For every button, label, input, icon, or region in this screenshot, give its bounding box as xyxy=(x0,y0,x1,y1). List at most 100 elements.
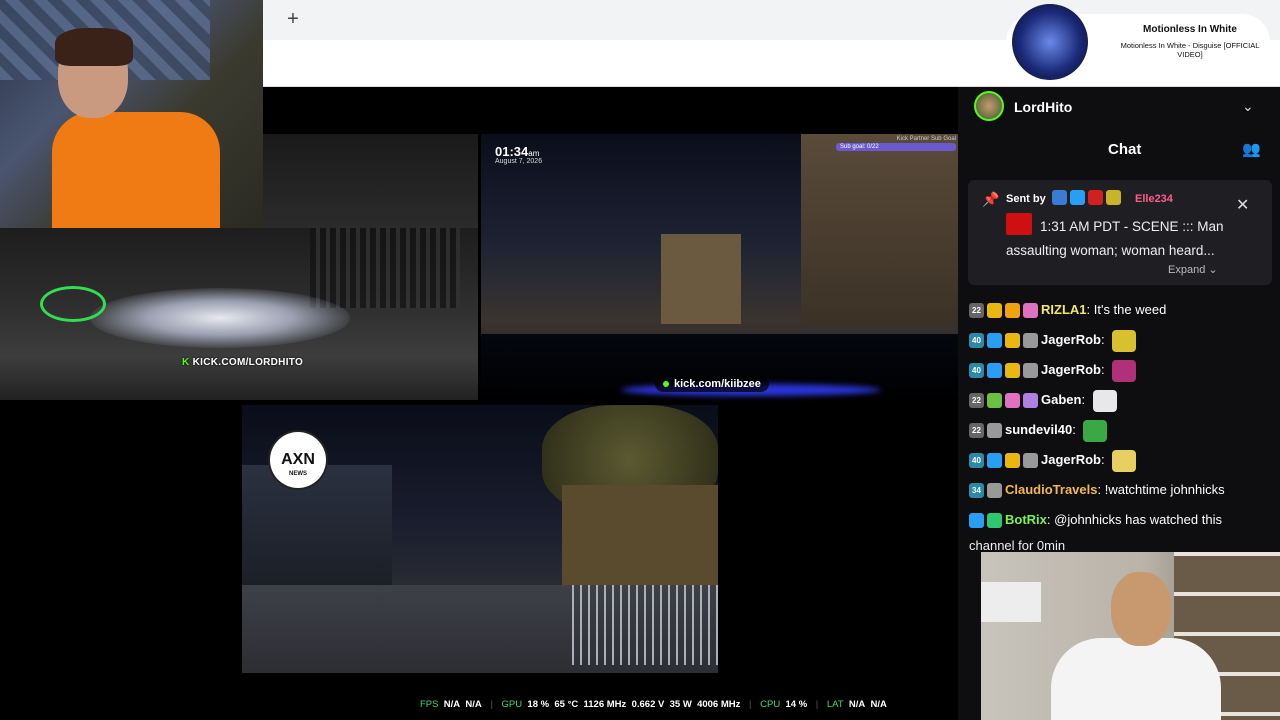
badge-icon xyxy=(969,513,984,529)
new-tab-button[interactable]: + xyxy=(282,8,304,30)
stream-date: August 7, 2026 xyxy=(495,158,543,165)
badge-icon xyxy=(987,333,1002,349)
pinned-sent-by: Sent by xyxy=(1006,193,1046,205)
axn-news-logo: AXN NEWS xyxy=(270,432,326,488)
channel-avatar[interactable] xyxy=(974,91,1004,121)
watermark-text: KICK.COM/LORDHITO xyxy=(192,357,304,368)
badge-icon xyxy=(987,513,1002,529)
badge-icon: 40 xyxy=(969,453,984,469)
emote-icon xyxy=(1112,449,1137,472)
chat-username[interactable]: ClaudioTravels xyxy=(1005,482,1097,497)
streamer-hair xyxy=(55,28,133,66)
storefront xyxy=(562,485,718,595)
chat-username[interactable]: sundevil40 xyxy=(1005,422,1072,437)
badge-icon: 40 xyxy=(969,363,984,379)
badge-icon xyxy=(1023,453,1038,469)
badge-icon: 22 xyxy=(969,423,984,439)
badge-icon: 40 xyxy=(969,333,984,349)
badge-icon xyxy=(1005,363,1020,379)
kick-logo-icon: K xyxy=(182,357,190,368)
air-conditioner xyxy=(981,582,1041,622)
now-playing-artist: Motionless In White xyxy=(1143,24,1237,35)
white-shirt xyxy=(1051,638,1221,720)
chat-message: 40 JagerRob: xyxy=(969,445,1274,475)
kick-watermark-kiibzee: kick.com/kiibzee xyxy=(655,376,769,392)
chat-message: BotRix: @johnhicks has watched this xyxy=(969,505,1274,535)
subgoal-bar: Sub goal: 0/22 xyxy=(836,143,956,151)
chat-message: 22 Gaben: xyxy=(969,385,1274,415)
close-icon[interactable]: ✕ xyxy=(1236,195,1249,215)
chat-overflow-text: channel for 0min xyxy=(969,538,1066,553)
badge-icon xyxy=(1005,453,1020,469)
pinned-badges xyxy=(1052,190,1124,206)
now-playing-widget: Motionless In White Motionless In White … xyxy=(1006,4,1270,80)
badge-icon: 34 xyxy=(969,483,984,499)
pin-icon: 📌 xyxy=(982,191,1000,207)
chat-title: Chat xyxy=(1108,141,1142,158)
chat-message: 34 ClaudioTravels: !watchtime johnhicks xyxy=(969,475,1274,505)
streamer-head xyxy=(1111,572,1171,646)
chat-text: !watchtime johnhicks xyxy=(1104,482,1225,497)
stream-tile-1[interactable]: K KICK.COM/LORDHITO xyxy=(0,228,478,400)
badge-icon xyxy=(987,483,1002,499)
badge-icon xyxy=(1023,303,1038,319)
channel-name[interactable]: LordHito xyxy=(1014,99,1072,115)
badge-icon xyxy=(1070,190,1085,206)
badge-icon xyxy=(987,303,1002,319)
chat-message: 40 JagerRob: xyxy=(969,355,1274,385)
stream-tile-1-upper xyxy=(263,134,478,228)
badge-icon xyxy=(1023,363,1038,379)
orange-shirt xyxy=(52,112,220,228)
chat-username[interactable]: BotRix xyxy=(1005,512,1047,527)
building xyxy=(661,234,741,324)
streamer-webcam-top xyxy=(0,0,263,228)
badge-icon xyxy=(1088,190,1103,206)
streamer-webcam-bottom xyxy=(981,552,1280,720)
badge-icon xyxy=(1005,333,1020,349)
album-art xyxy=(1012,4,1088,80)
badge-icon xyxy=(1005,393,1020,409)
barrier-fence xyxy=(572,585,718,665)
chat-username[interactable]: RIZLA1 xyxy=(1041,302,1087,317)
badge-icon xyxy=(1106,190,1121,206)
emote-icon xyxy=(1112,329,1137,352)
badge-icon xyxy=(987,393,1002,409)
chat-message: 40 JagerRob: xyxy=(969,325,1274,355)
pinned-user[interactable]: Elle234 xyxy=(1135,193,1173,205)
emote-icon xyxy=(1112,359,1137,382)
chat-message: 22 sundevil40: xyxy=(969,415,1274,445)
chat-text: It's the weed xyxy=(1093,302,1167,317)
building xyxy=(801,134,958,324)
stream-tile-2[interactable] xyxy=(481,134,958,402)
badge-icon xyxy=(1052,190,1067,206)
expand-button[interactable]: Expand ⌄ xyxy=(1168,263,1218,276)
kick-dot-icon xyxy=(663,381,669,388)
chat-username[interactable]: Gaben xyxy=(1041,392,1081,407)
chat-message: 22 RIZLA1: It's the weed xyxy=(969,295,1274,325)
badge-icon: 22 xyxy=(969,303,984,319)
chat-text: @johnhicks has watched this xyxy=(1054,512,1222,527)
badge-icon xyxy=(1005,303,1020,319)
chat-username[interactable]: JagerRob xyxy=(1041,362,1101,377)
users-icon[interactable]: 👥 xyxy=(1242,140,1261,158)
gate xyxy=(310,228,460,308)
chevron-down-icon[interactable]: ⌄ xyxy=(1242,98,1254,115)
emote-icon xyxy=(1092,389,1117,412)
green-bike xyxy=(40,286,106,322)
badge-icon xyxy=(987,363,1002,379)
badge-icon xyxy=(1023,333,1038,349)
subgoal-title: Kick Partner Sub Goal xyxy=(896,136,956,142)
stream-clock: 01:34am xyxy=(495,144,540,159)
headlight-glow xyxy=(90,288,350,348)
pinned-text: 1:31 AM PDT - SCENE ::: Man assaulting w… xyxy=(1006,219,1224,258)
badge-icon xyxy=(987,453,1002,469)
badge-icon xyxy=(1023,393,1038,409)
chat-username[interactable]: JagerRob xyxy=(1041,332,1101,347)
emote-icon xyxy=(1083,419,1108,442)
kick-watermark-lordhito: K KICK.COM/LORDHITO xyxy=(182,357,303,368)
chat-username[interactable]: JagerRob xyxy=(1041,452,1101,467)
now-playing-track: Motionless In White - Disguise [OFFICIAL… xyxy=(1120,41,1260,59)
badge-icon: 22 xyxy=(969,393,984,409)
badge-icon xyxy=(987,423,1002,439)
performance-overlay: FPS N/A N/A | GPU 18 % 65 °C 1126 MHz 0.… xyxy=(420,699,887,710)
